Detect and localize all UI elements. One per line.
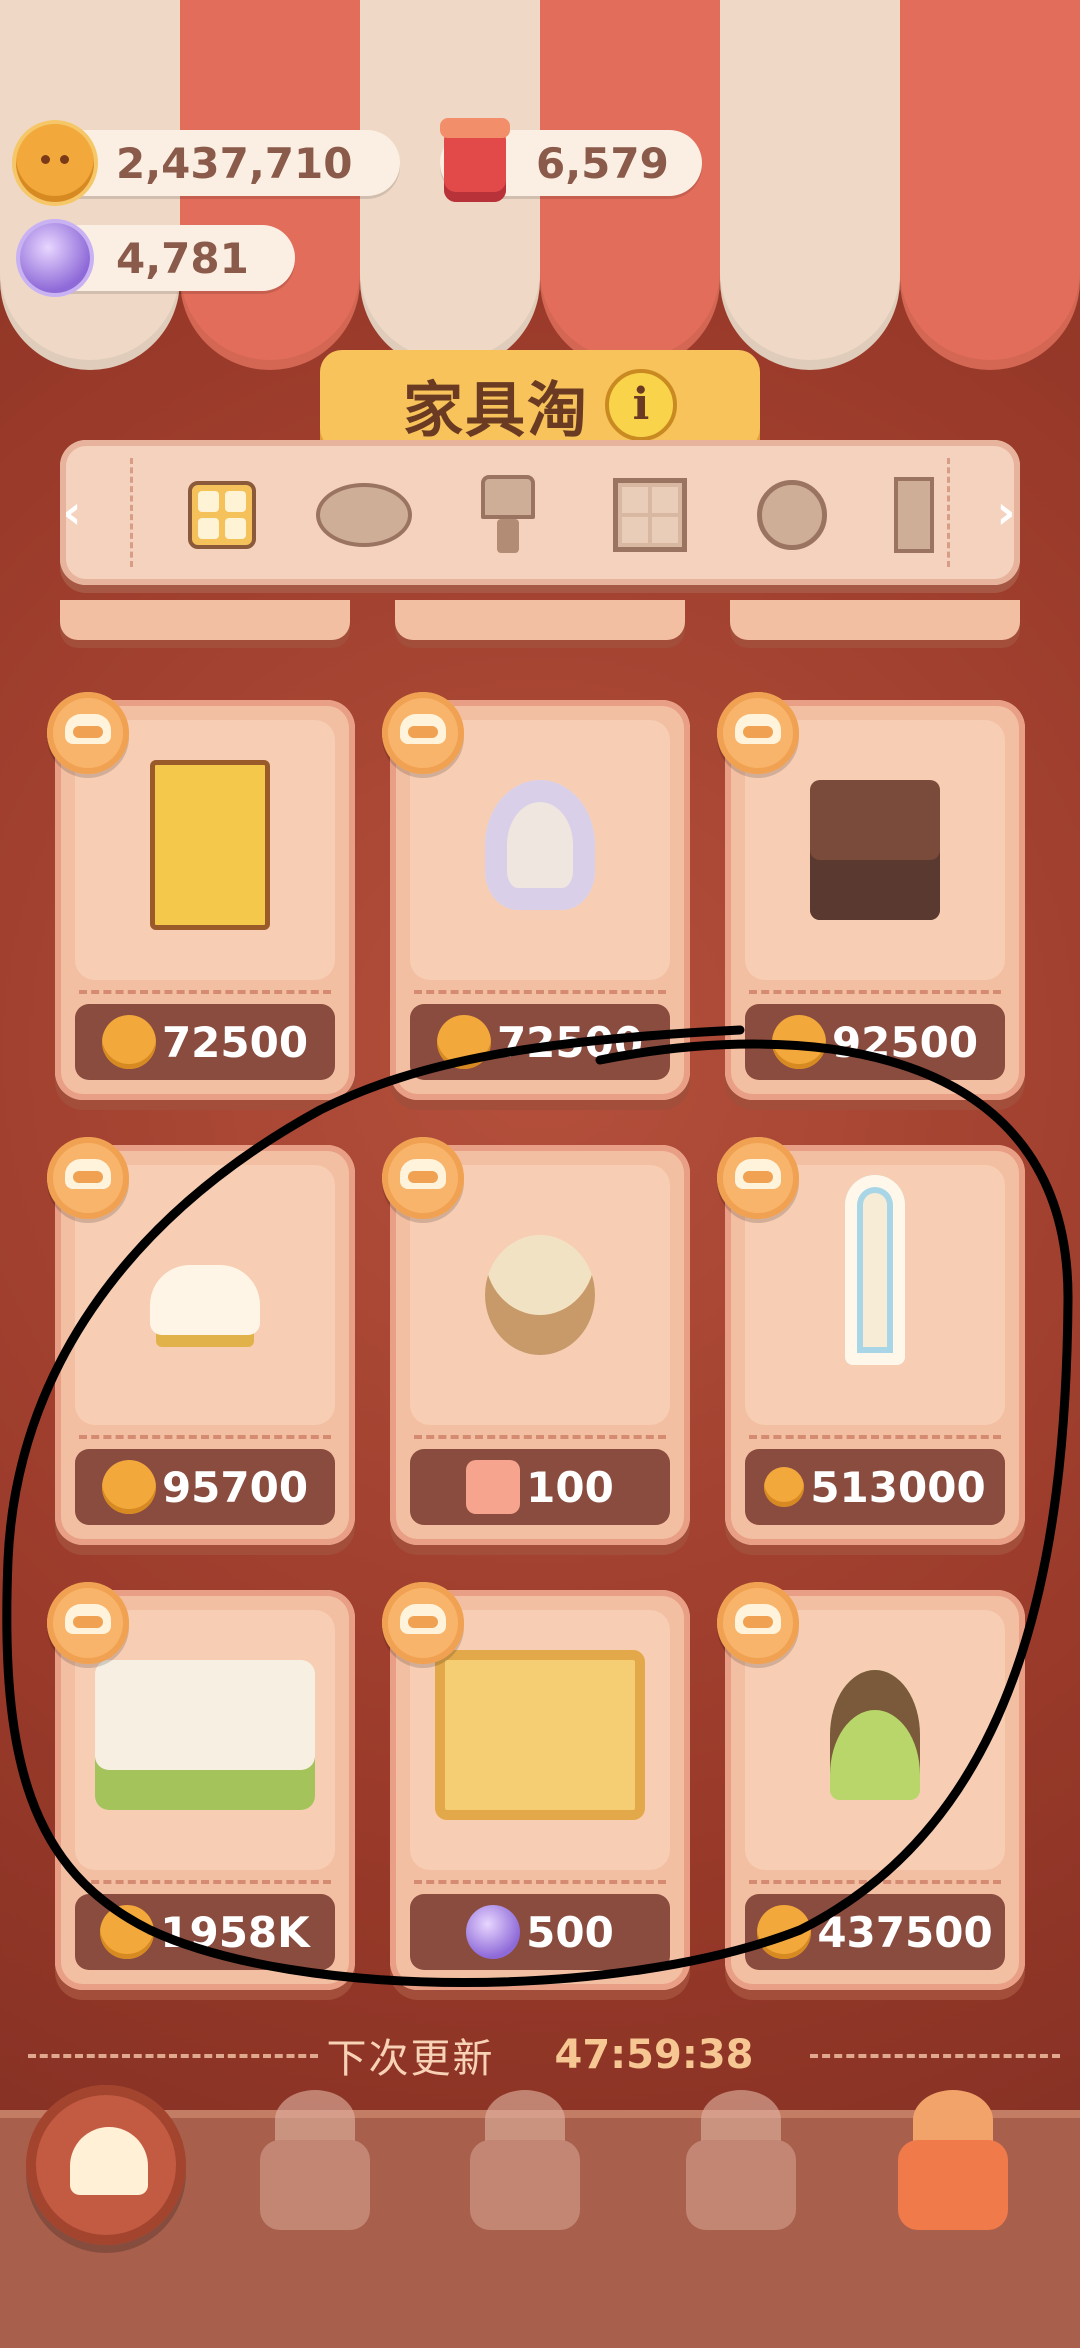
shop-item-card[interactable]: 1958K bbox=[47, 1582, 355, 1990]
cushion-stool-icon bbox=[150, 1265, 260, 1335]
partial-card-top bbox=[730, 600, 1020, 640]
nav-house-icon[interactable] bbox=[676, 2090, 806, 2230]
price-button[interactable]: 72500 bbox=[410, 1004, 670, 1080]
bread-cabinet-icon bbox=[435, 1650, 645, 1820]
cookie-currency[interactable]: 2,437,710 bbox=[16, 124, 400, 202]
bread-badge-icon bbox=[717, 1137, 799, 1219]
page-title: 家具淘 bbox=[403, 375, 589, 446]
shop-item-card[interactable]: 513000 bbox=[717, 1137, 1025, 1545]
teddy-bear-basket-icon bbox=[485, 1235, 595, 1355]
lace-stool-icon bbox=[830, 1670, 920, 1800]
category-window[interactable] bbox=[602, 470, 698, 560]
dartboard-banner-icon bbox=[150, 760, 270, 930]
cookie-amount: 2,437,710 bbox=[116, 138, 353, 188]
bakery-display-case-icon bbox=[95, 1660, 315, 1810]
price-button[interactable]: 437500 bbox=[745, 1894, 1005, 1970]
shop-item-card[interactable]: 72500 bbox=[382, 692, 690, 1100]
refresh-timer: 下次更新 47:59:38 bbox=[0, 2020, 1080, 2090]
price-value: 513000 bbox=[810, 1462, 986, 1512]
candy-amount: 4,781 bbox=[116, 233, 249, 283]
chevron-left-icon[interactable]: ‹ bbox=[50, 489, 94, 535]
category-plate[interactable] bbox=[316, 470, 412, 560]
cookie-coin-icon bbox=[771, 1015, 826, 1069]
cookie-coin-icon bbox=[16, 124, 94, 202]
plate-icon bbox=[316, 483, 412, 547]
chevron-right-icon[interactable]: › bbox=[984, 489, 1028, 535]
back-button[interactable] bbox=[26, 2085, 186, 2245]
candy-icon bbox=[20, 223, 90, 293]
category-all[interactable] bbox=[174, 470, 270, 560]
cookie-coin-icon bbox=[101, 1015, 156, 1069]
refresh-time: 47:59:38 bbox=[554, 2032, 754, 2078]
shop-item-card[interactable]: 92500 bbox=[717, 692, 1025, 1100]
price-button[interactable]: 95700 bbox=[75, 1449, 335, 1525]
price-button[interactable]: 1958K bbox=[75, 1894, 335, 1970]
price-button[interactable]: 513000 bbox=[745, 1449, 1005, 1525]
price-value: 95700 bbox=[161, 1462, 309, 1512]
bread-badge-icon bbox=[382, 1137, 464, 1219]
category-door[interactable] bbox=[866, 470, 962, 560]
shop-item-card[interactable]: 95700 bbox=[47, 1137, 355, 1545]
bread-badge-icon bbox=[47, 1582, 129, 1664]
bread-badge-icon bbox=[47, 1137, 129, 1219]
cookie-coin-icon bbox=[436, 1015, 491, 1069]
info-icon[interactable]: i bbox=[605, 369, 677, 441]
nav-furniture-icon[interactable] bbox=[888, 2090, 1018, 2230]
standing-mirror-icon bbox=[845, 1175, 905, 1365]
price-value: 92500 bbox=[831, 1017, 979, 1067]
bread-badge-icon bbox=[382, 1582, 464, 1664]
bread-badge-icon bbox=[47, 692, 129, 774]
partial-card-top bbox=[60, 600, 350, 640]
price-value: 437500 bbox=[817, 1907, 993, 1957]
ticket-icon bbox=[466, 1460, 521, 1514]
nav-costume-icon[interactable] bbox=[460, 2090, 590, 2230]
jam-jar-icon bbox=[440, 118, 510, 202]
partial-card-top bbox=[395, 600, 685, 640]
price-value: 72500 bbox=[161, 1017, 309, 1067]
cookie-coin-icon bbox=[100, 1905, 155, 1959]
bread-badge-icon bbox=[717, 1582, 799, 1664]
price-value: 72500 bbox=[496, 1017, 644, 1067]
cookie-coin-icon bbox=[101, 1460, 156, 1514]
shop-item-card[interactable]: 100 bbox=[382, 1137, 690, 1545]
shop-item-card[interactable]: 500 bbox=[382, 1582, 690, 1990]
bread-badge-icon bbox=[717, 692, 799, 774]
door-icon bbox=[894, 477, 934, 553]
jam-currency[interactable]: 6,579 bbox=[440, 118, 702, 202]
candy-currency[interactable]: 4,781 bbox=[20, 223, 295, 293]
tv-stand-with-plant-icon bbox=[810, 780, 940, 920]
cookie-coin-icon bbox=[764, 1467, 805, 1507]
shop-item-card[interactable]: 72500 bbox=[47, 692, 355, 1100]
wall-clock-icon bbox=[757, 480, 827, 550]
candy-icon bbox=[466, 1905, 521, 1959]
bread-badge-icon bbox=[382, 692, 464, 774]
category-clock[interactable] bbox=[744, 470, 840, 560]
price-value: 100 bbox=[526, 1462, 614, 1512]
grid-icon bbox=[188, 481, 256, 549]
refresh-label: 下次更新 bbox=[326, 2036, 495, 2082]
price-value: 1958K bbox=[160, 1907, 310, 1957]
price-value: 500 bbox=[526, 1907, 614, 1957]
price-button[interactable]: 100 bbox=[410, 1449, 670, 1525]
shop-item-card[interactable]: 437500 bbox=[717, 1582, 1025, 1990]
jam-amount: 6,579 bbox=[536, 138, 669, 188]
toilet-icon bbox=[485, 780, 595, 910]
nav-carousel-icon[interactable] bbox=[250, 2090, 380, 2230]
category-lamp[interactable] bbox=[460, 470, 556, 560]
price-button[interactable]: 500 bbox=[410, 1894, 670, 1970]
price-button[interactable]: 92500 bbox=[745, 1004, 1005, 1080]
cookie-coin-icon bbox=[757, 1905, 812, 1959]
window-icon bbox=[613, 478, 687, 552]
lamp-icon bbox=[481, 475, 535, 555]
price-button[interactable]: 72500 bbox=[75, 1004, 335, 1080]
